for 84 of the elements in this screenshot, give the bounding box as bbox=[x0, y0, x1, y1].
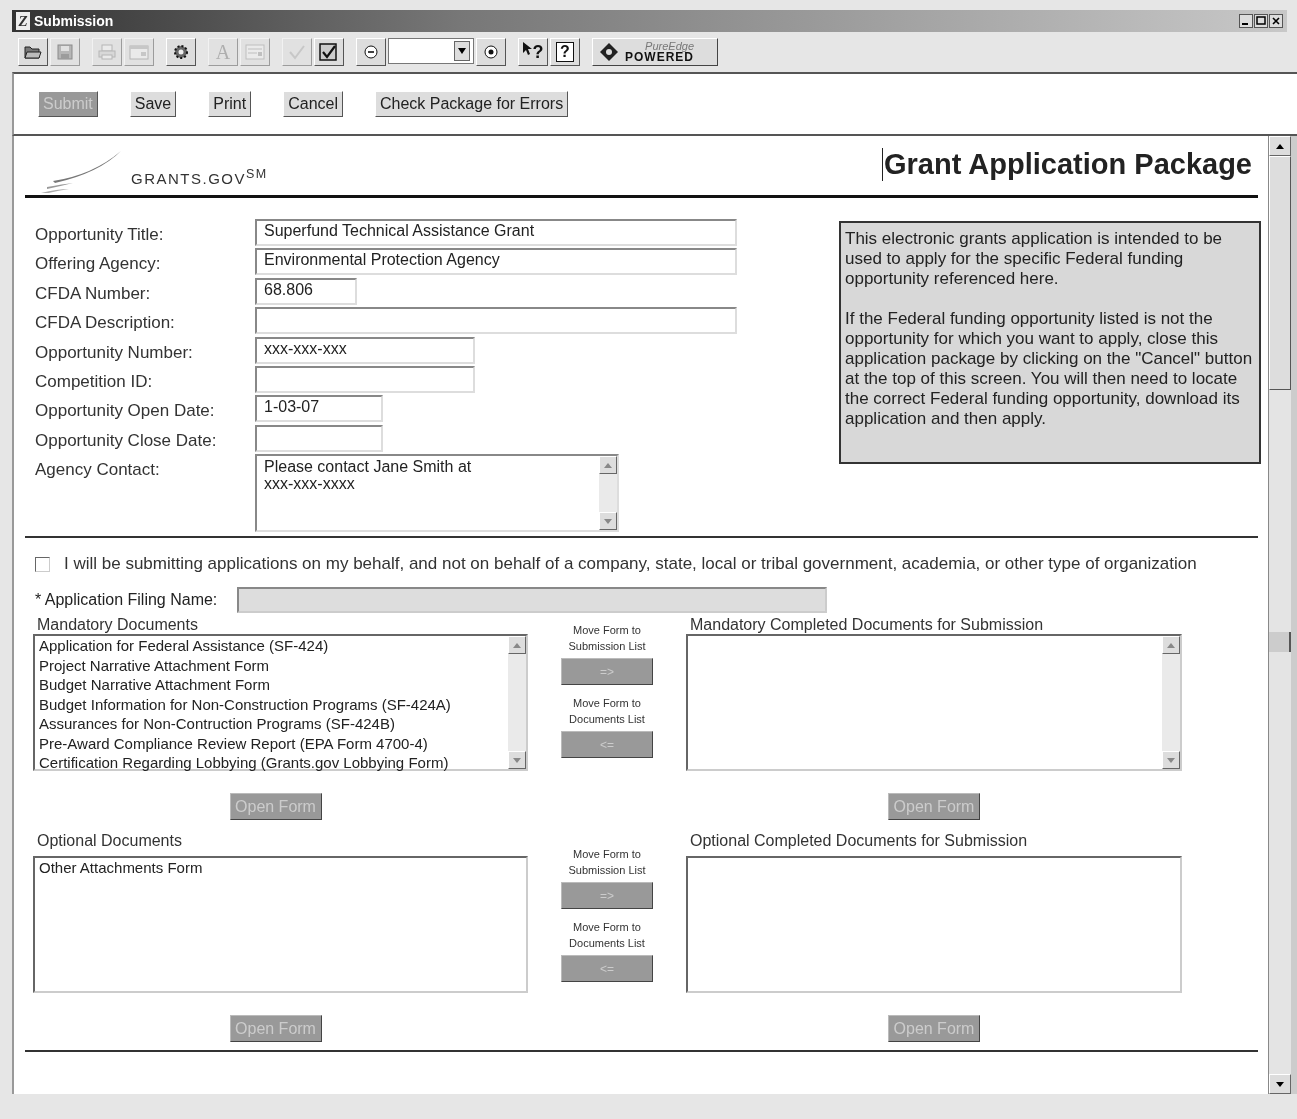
action-button[interactable]: Save bbox=[129, 91, 177, 117]
up-arrow-icon bbox=[513, 642, 521, 648]
scrollbar-marker bbox=[1269, 632, 1291, 652]
list-item[interactable]: Assurances for Non-Contruction Programs (SF-424B) bbox=[39, 714, 504, 734]
list-item[interactable]: Application for Federal Assistance (SF-424) bbox=[39, 636, 504, 656]
down-arrow-icon bbox=[513, 757, 521, 763]
list-title: Mandatory Completed Documents for Submission bbox=[689, 616, 1045, 635]
checkbox-label: I will be submitting applications on my behalf, and not on behalf of a company, state, local or tribal government, academia, or other type of organization bbox=[64, 553, 1197, 575]
app-icon: Z bbox=[16, 12, 30, 30]
text-field[interactable]: Environmental Protection Agency bbox=[255, 248, 737, 276]
toolbar-button[interactable]: ? bbox=[550, 38, 580, 66]
notice-text: If the Federal funding opportunity listed is not the opportunity for which you want to apply, close this application package by clicking on the "Cancel" button at the top of this screen. You will then need to locate the correct Federal funding opportunity, download its application and then apply. bbox=[845, 309, 1254, 429]
up-arrow-icon bbox=[604, 462, 612, 468]
text-field[interactable] bbox=[255, 424, 383, 452]
scrollbar-thumb[interactable] bbox=[1269, 156, 1291, 390]
checkmark-icon bbox=[288, 44, 306, 60]
field-label: Offering Agency: bbox=[35, 253, 162, 275]
maximize-button[interactable] bbox=[1254, 14, 1268, 28]
poweredby-badge[interactable]: PureEdge POWERED bbox=[592, 38, 718, 66]
document-list[interactable]: Other Attachments Form bbox=[33, 856, 528, 994]
document-list[interactable] bbox=[33, 634, 528, 772]
down-arrow-icon bbox=[1167, 757, 1175, 763]
field-label: Agency Contact: bbox=[35, 459, 161, 481]
field-label: Opportunity Open Date: bbox=[35, 400, 216, 422]
zoom-dropdown[interactable] bbox=[388, 38, 474, 64]
down-arrow-icon bbox=[1276, 1081, 1284, 1087]
up-arrow-icon bbox=[1167, 642, 1175, 648]
list-item[interactable]: Budget Information for Non-Construction Programs (SF-424A) bbox=[39, 694, 504, 715]
toolbar-button[interactable] bbox=[356, 38, 386, 66]
action-button[interactable]: Print bbox=[208, 91, 252, 117]
text-field[interactable]: 68.806 bbox=[255, 277, 357, 305]
notice-text: This electronic grants application is intended to be used to apply for the specific Federal funding opportunity referenced here. bbox=[845, 229, 1224, 289]
field-label: Opportunity Number: bbox=[35, 341, 194, 363]
logo-text: GRANTS.GOV$^{SM}$ bbox=[131, 167, 268, 187]
list-title: Optional Documents bbox=[36, 832, 183, 851]
list-title: Optional Completed Documents for Submission bbox=[689, 832, 1029, 851]
scrollbar[interactable] bbox=[1268, 136, 1297, 1094]
list-item[interactable]: Other Attachments Form bbox=[39, 858, 522, 878]
down-arrow-icon bbox=[604, 518, 612, 524]
field-label: CFDA Description: bbox=[35, 312, 176, 334]
checkbox[interactable] bbox=[35, 557, 50, 573]
checked-document-icon bbox=[319, 43, 339, 61]
text-field[interactable] bbox=[255, 365, 475, 393]
close-button[interactable] bbox=[1269, 14, 1283, 28]
gear-icon bbox=[171, 44, 191, 60]
list-item[interactable]: Pre-Award Compliance Review Report (EPA Form 4700-4) bbox=[39, 733, 504, 754]
window-icon bbox=[129, 44, 149, 60]
form-icon bbox=[245, 44, 265, 60]
printer-icon bbox=[98, 44, 116, 60]
toolbar-button[interactable] bbox=[476, 38, 506, 66]
help-page-icon: ? bbox=[556, 42, 574, 62]
diamond-icon bbox=[599, 42, 619, 62]
toolbar-button[interactable] bbox=[18, 38, 48, 66]
list-item[interactable]: Project Narrative Attachment Form bbox=[39, 655, 504, 676]
window-title: Submission bbox=[34, 13, 114, 29]
move-caption: Move Form to Submission List bbox=[567, 847, 647, 879]
action-button[interactable]: Check Package for Errors bbox=[375, 91, 569, 117]
zoom-in-icon bbox=[484, 45, 498, 59]
list-item[interactable]: Certification Regarding Lobbying (Grants.gov Lobbying Form) bbox=[39, 753, 504, 773]
scroll-down-button[interactable] bbox=[1269, 1074, 1291, 1094]
toolbar-button[interactable] bbox=[166, 38, 196, 66]
text-field[interactable]: xxx-xxx-xxx bbox=[255, 336, 475, 364]
action-button[interactable]: Cancel bbox=[283, 91, 343, 117]
field-label: CFDA Number: bbox=[35, 282, 152, 304]
field-label: Opportunity Close Date: bbox=[35, 429, 218, 451]
move-caption: Move Form to Submission List bbox=[567, 623, 647, 655]
text-field[interactable] bbox=[255, 307, 737, 335]
field-label: Competition ID: bbox=[35, 370, 154, 392]
up-arrow-icon bbox=[1276, 143, 1284, 149]
text-field[interactable]: Superfund Technical Assistance Grant bbox=[255, 219, 737, 246]
field-label: * Application Filing Name: bbox=[35, 591, 218, 610]
list-title: Mandatory Documents bbox=[36, 616, 199, 635]
dropdown-arrow-icon bbox=[458, 48, 466, 54]
document-title: Grant Application Package bbox=[882, 148, 1252, 181]
scroll-up-button[interactable] bbox=[1269, 136, 1291, 156]
toolbar-button[interactable] bbox=[314, 38, 344, 66]
move-caption: Move Form to Documents List bbox=[568, 920, 646, 952]
list-item[interactable]: Budget Narrative Attachment Form bbox=[39, 675, 504, 695]
folder-icon bbox=[24, 44, 42, 60]
zoom-out-icon bbox=[364, 45, 378, 59]
field-label: Opportunity Title: bbox=[35, 224, 165, 245]
move-caption: Move Form to Documents List bbox=[568, 696, 646, 728]
minimize-button[interactable] bbox=[1239, 14, 1253, 28]
text-field[interactable]: 1-03-07 bbox=[255, 395, 383, 423]
